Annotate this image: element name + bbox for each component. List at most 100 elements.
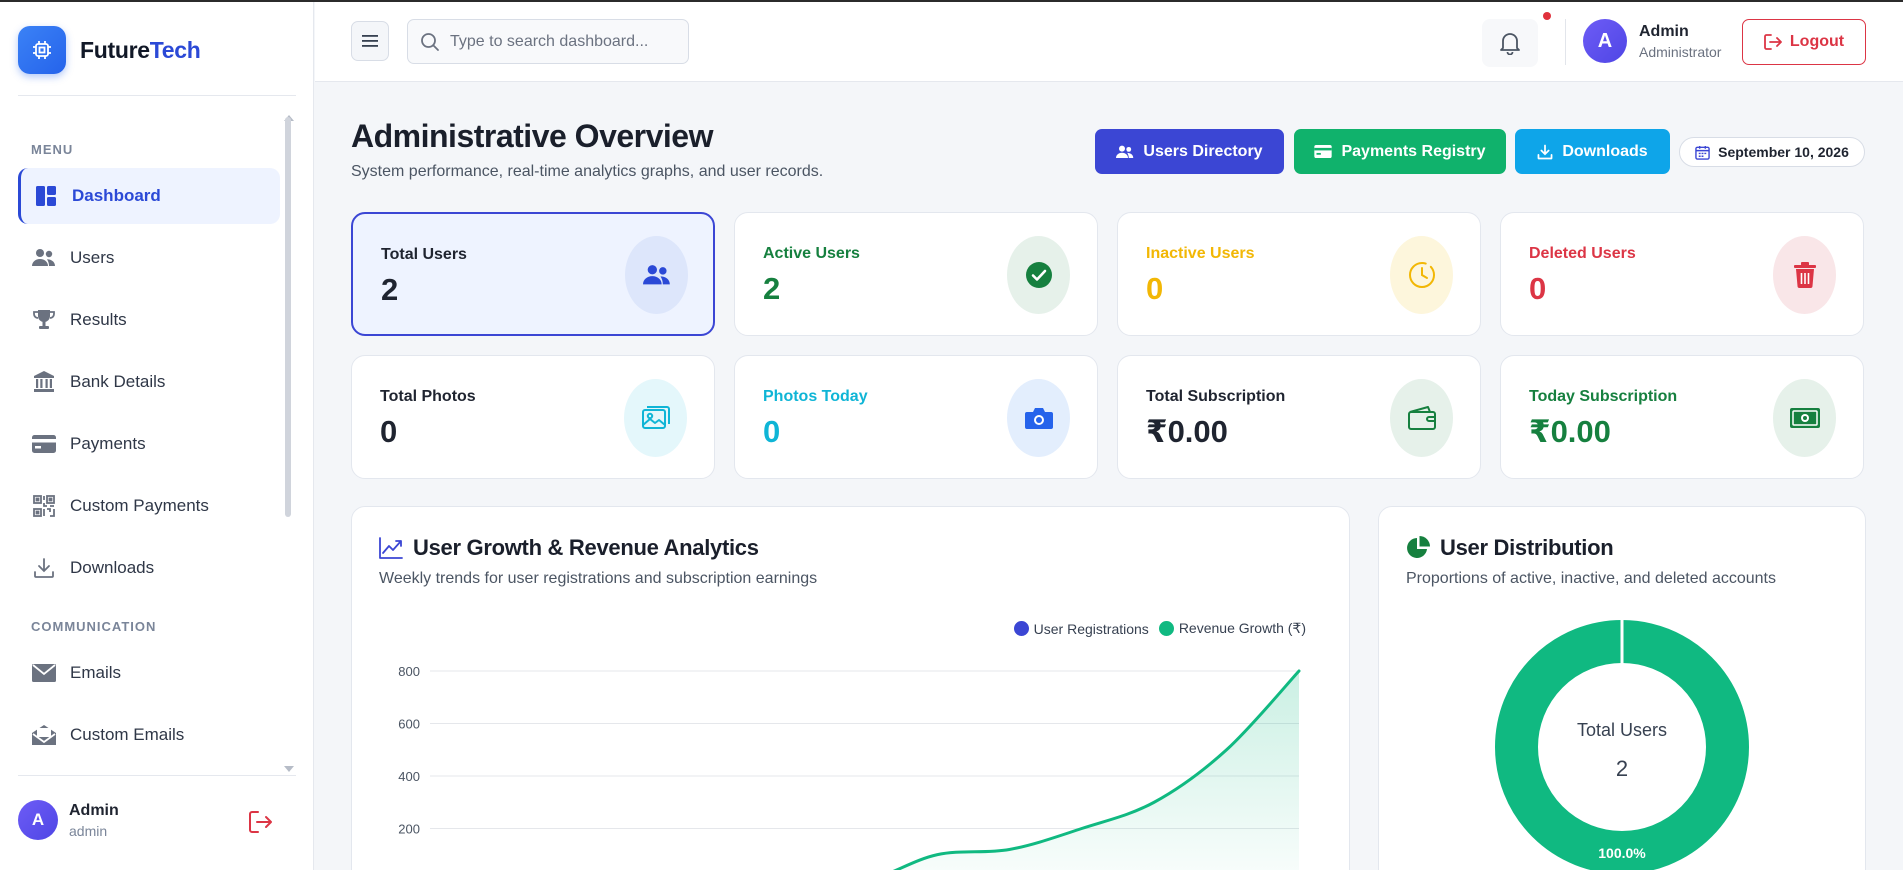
stat-card-photos-today[interactable]: Photos Today 0 xyxy=(734,355,1098,479)
logout-button[interactable]: Logout xyxy=(1742,19,1866,65)
y-tick-label: 400 xyxy=(398,769,420,784)
stat-card-total-photos[interactable]: Total Photos 0 xyxy=(351,355,715,479)
stat-label: Total Subscription xyxy=(1146,388,1286,405)
pie-slice xyxy=(1495,620,1749,870)
stat-card-deleted-users[interactable]: Deleted Users 0 xyxy=(1500,212,1864,336)
stat-card-total-users[interactable]: Total Users 2 xyxy=(351,212,715,336)
sidebar-user-name: Admin xyxy=(69,801,119,819)
download-icon xyxy=(1537,144,1553,159)
bank-icon xyxy=(32,370,56,394)
sidebar-item-label: Custom Emails xyxy=(70,725,185,744)
avatar: A xyxy=(1583,19,1627,63)
sidebar-item-results[interactable]: Results xyxy=(18,292,280,348)
divider xyxy=(18,95,296,96)
sidebar-scrollbar[interactable] xyxy=(285,117,291,517)
calendar-icon xyxy=(1695,145,1710,160)
page-subtitle: System performance, real-time analytics … xyxy=(351,163,824,180)
scroll-down-arrow[interactable] xyxy=(284,766,294,772)
stat-card-inactive-users[interactable]: Inactive Users 0 xyxy=(1117,212,1481,336)
brand[interactable]: FutureTech xyxy=(18,26,201,74)
trophy-icon xyxy=(32,308,56,332)
search-input[interactable] xyxy=(450,32,670,51)
distribution-panel: User Distribution Proportions of active,… xyxy=(1378,506,1866,870)
sidebar: FutureTech MENU Dashboard Users Results … xyxy=(0,2,314,870)
users-icon xyxy=(32,246,56,270)
clock-icon xyxy=(1390,236,1453,314)
header-user-role: Administrator xyxy=(1639,43,1722,60)
sidebar-item-dashboard[interactable]: Dashboard xyxy=(18,168,280,224)
download-icon xyxy=(32,556,56,580)
sidebar-item-label: Dashboard xyxy=(72,186,161,205)
top-bar: A Admin Administrator Logout xyxy=(315,2,1903,82)
notifications-button[interactable] xyxy=(1482,19,1538,67)
camera-icon xyxy=(1007,379,1070,457)
y-tick-label: 200 xyxy=(398,822,420,837)
y-tick-label: 800 xyxy=(398,664,420,679)
logout-icon xyxy=(1763,34,1782,50)
analytics-panel: User Growth & Revenue Analytics Weekly t… xyxy=(351,506,1350,870)
stat-value: 0 xyxy=(763,414,781,449)
sidebar-item-label: Users xyxy=(70,248,115,267)
avatar: A xyxy=(18,800,58,840)
divider xyxy=(18,775,296,776)
stat-label: Photos Today xyxy=(763,388,868,405)
qr-code-icon xyxy=(32,494,56,518)
brand-name: FutureTech xyxy=(80,36,201,63)
y-tick-label: 600 xyxy=(398,717,420,732)
stat-value: 0 xyxy=(1146,271,1164,306)
stat-card-today-subscription[interactable]: Today Subscription ₹0.00 xyxy=(1500,355,1864,479)
search-icon xyxy=(421,32,439,51)
trash-icon xyxy=(1773,236,1836,314)
menu-toggle-button[interactable] xyxy=(351,21,389,61)
sidebar-item-label: Payments xyxy=(70,434,146,453)
stat-label: Today Subscription xyxy=(1529,388,1678,405)
dashboard-icon xyxy=(34,184,58,208)
divider xyxy=(1565,19,1566,65)
downloads-label: Downloads xyxy=(1562,142,1648,160)
sidebar-item-custom-emails[interactable]: Custom Emails xyxy=(18,707,280,763)
donut-chart: 100.0% Total Users 2 xyxy=(1495,619,1749,870)
sidebar-item-payments[interactable]: Payments xyxy=(18,416,280,472)
stat-value: 0 xyxy=(380,414,398,449)
logout-icon[interactable] xyxy=(248,810,274,836)
current-date: September 10, 2026 xyxy=(1718,144,1849,160)
sidebar-item-emails[interactable]: Emails xyxy=(18,645,280,701)
stat-card-active-users[interactable]: Active Users 2 xyxy=(734,212,1098,336)
envelope-icon xyxy=(32,661,56,685)
sidebar-item-downloads[interactable]: Downloads xyxy=(18,540,280,596)
image-icon xyxy=(624,379,687,457)
wallet-icon xyxy=(1390,379,1453,457)
stat-value: ₹0.00 xyxy=(1146,414,1228,449)
chip-icon xyxy=(18,26,66,74)
stat-label: Active Users xyxy=(763,245,860,262)
envelope-open-icon xyxy=(32,723,56,747)
stat-label: Deleted Users xyxy=(1529,245,1636,262)
stat-value: 2 xyxy=(763,271,781,306)
slice-label: 100.0% xyxy=(1598,845,1646,861)
payments-registry-button[interactable]: Payments Registry xyxy=(1294,129,1506,174)
sidebar-user-role: admin xyxy=(69,822,108,839)
search-box[interactable] xyxy=(407,19,689,64)
sidebar-item-users[interactable]: Users xyxy=(18,230,280,286)
series-area xyxy=(896,671,1299,870)
section-communication: COMMUNICATION xyxy=(31,619,157,634)
downloads-button[interactable]: Downloads xyxy=(1515,129,1670,174)
users-directory-label: Users Directory xyxy=(1143,142,1263,160)
sidebar-item-custom-payments[interactable]: Custom Payments xyxy=(18,478,280,534)
sidebar-item-bank-details[interactable]: Bank Details xyxy=(18,354,280,410)
sidebar-item-label: Bank Details xyxy=(70,372,166,391)
donut-center-label: Total Users xyxy=(1577,720,1667,740)
stat-value: 0 xyxy=(1529,271,1547,306)
users-directory-button[interactable]: Users Directory xyxy=(1095,129,1284,174)
date-display: September 10, 2026 xyxy=(1679,137,1865,167)
stat-card-total-subscription[interactable]: Total Subscription ₹0.00 xyxy=(1117,355,1481,479)
hamburger-icon xyxy=(362,35,378,47)
bell-icon xyxy=(1500,33,1520,55)
stat-label: Total Users xyxy=(381,246,467,263)
users-icon xyxy=(625,236,688,314)
sidebar-user: A Admin admin xyxy=(18,800,119,840)
header-user[interactable]: A Admin Administrator xyxy=(1583,19,1721,63)
sidebar-item-label: Results xyxy=(70,310,127,329)
notification-badge xyxy=(1543,12,1551,20)
page-title: Administrative Overview xyxy=(351,118,713,154)
